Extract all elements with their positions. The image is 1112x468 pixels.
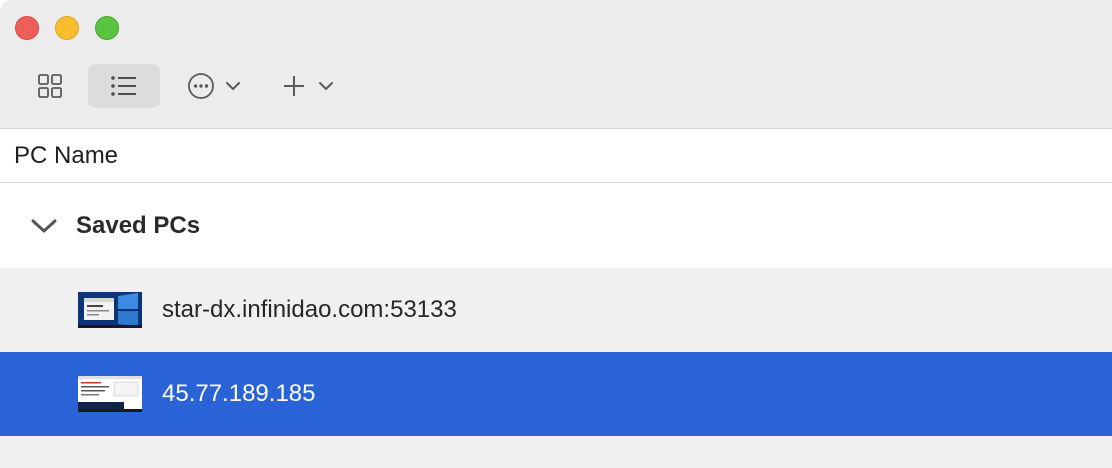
pc-name: 45.77.189.185 bbox=[162, 380, 316, 407]
minimize-window-button[interactable] bbox=[55, 16, 79, 40]
group-saved-pcs[interactable]: Saved PCs bbox=[0, 184, 1112, 268]
group-label: Saved PCs bbox=[76, 212, 201, 239]
pc-list-item-selected[interactable]: 45.77.189.185 bbox=[0, 352, 1112, 436]
chevron-down-icon bbox=[319, 82, 333, 90]
list-empty-area bbox=[0, 436, 1112, 468]
close-window-button[interactable] bbox=[15, 16, 39, 40]
add-icon bbox=[284, 76, 304, 96]
add-button[interactable] bbox=[272, 64, 344, 108]
list-view-icon bbox=[111, 76, 136, 96]
window-toolbar bbox=[0, 0, 1112, 129]
pc-list-item[interactable]: star-dx.infinidao.com:53133 bbox=[0, 268, 1112, 352]
column-header-pc-name[interactable]: PC Name bbox=[0, 129, 1112, 183]
disclosure-chevron-icon[interactable] bbox=[30, 212, 58, 240]
grid-view-icon bbox=[38, 74, 62, 98]
pc-thumbnail bbox=[78, 292, 142, 328]
column-header-label: PC Name bbox=[14, 141, 119, 169]
more-options-icon bbox=[188, 73, 214, 99]
pc-name: star-dx.infinidao.com:53133 bbox=[162, 296, 457, 323]
pc-thumbnail bbox=[78, 376, 142, 412]
list-view-button[interactable] bbox=[88, 64, 160, 108]
grid-view-button[interactable] bbox=[28, 64, 72, 108]
more-options-button[interactable] bbox=[178, 64, 250, 108]
maximize-window-button[interactable] bbox=[95, 16, 119, 40]
chevron-down-icon bbox=[226, 82, 240, 90]
